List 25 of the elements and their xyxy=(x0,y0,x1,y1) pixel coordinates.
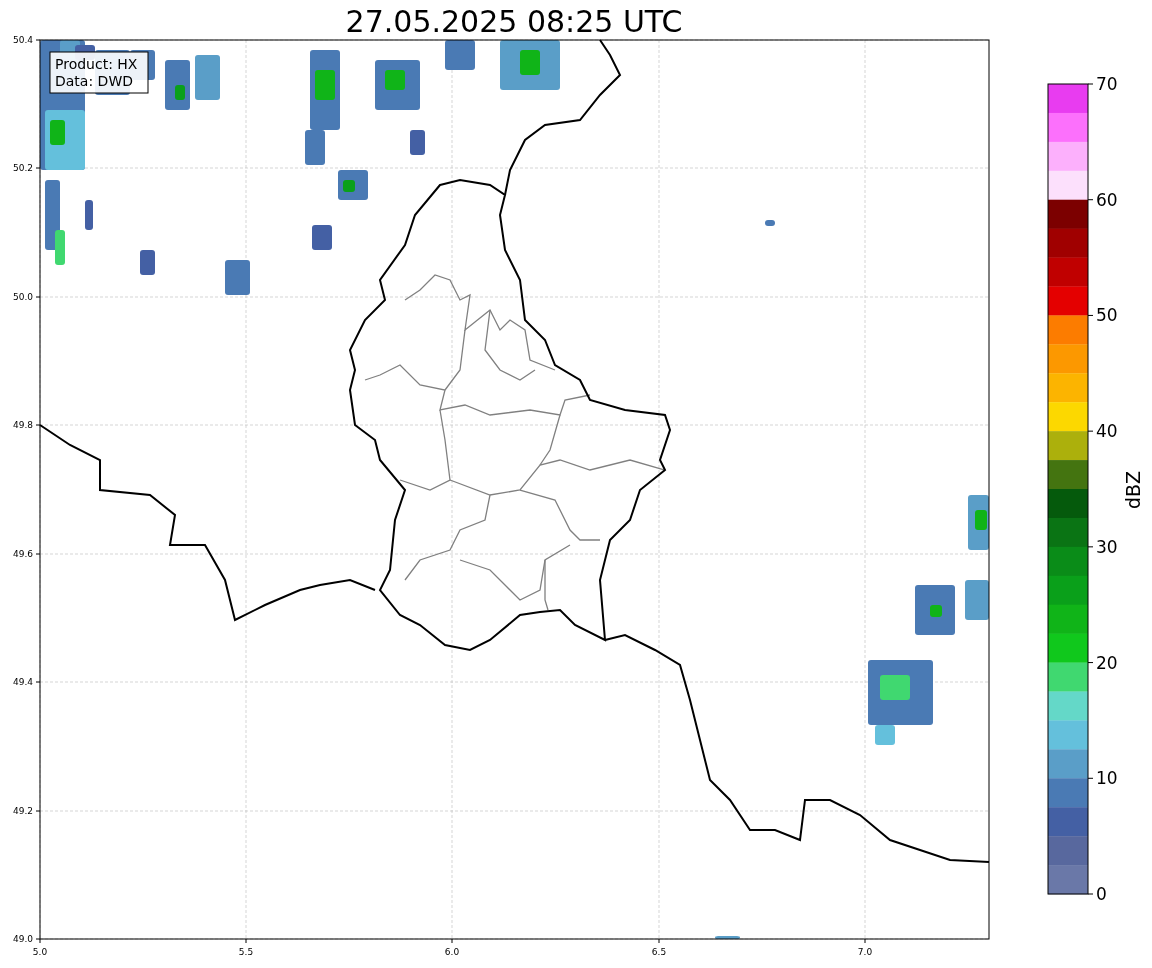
colorbar-tick-label: 40 xyxy=(1096,421,1118,442)
chart-title: 27.05.2025 08:25 UTC xyxy=(345,4,683,39)
colorbar-tick-label: 30 xyxy=(1096,536,1118,557)
colorbar-tick-label: 50 xyxy=(1096,305,1118,326)
x-tick-label: 5.5 xyxy=(238,947,254,957)
y-tick-label: 50.4 xyxy=(12,35,33,45)
x-tick-label: 5.0 xyxy=(32,947,48,957)
colorbar-tick-label: 10 xyxy=(1096,768,1118,789)
colorbar-tick-label: 20 xyxy=(1096,652,1118,673)
y-tick-label: 50.0 xyxy=(12,292,33,302)
info-text: Data: DWD xyxy=(55,73,133,89)
y-tick-label: 49.8 xyxy=(12,420,33,430)
colorbar-tick-label: 0 xyxy=(1096,884,1107,904)
y-tick-label: 49.2 xyxy=(12,806,33,816)
y-tick-label: 49.0 xyxy=(12,934,33,944)
x-tick-label: 6.0 xyxy=(444,947,460,957)
colorbar-tick-label: 70 xyxy=(1096,74,1118,94)
x-tick-label: 6.5 xyxy=(651,947,667,957)
y-tick-label: 49.6 xyxy=(12,549,33,559)
colorbar-tick-label: 60 xyxy=(1096,189,1118,210)
x-tick-label: 7.0 xyxy=(857,947,873,957)
colorbar-label: dBZ xyxy=(1122,470,1144,510)
y-tick-label: 49.4 xyxy=(12,677,33,687)
info-text: Product: HX xyxy=(55,56,138,72)
y-tick-label: 50.2 xyxy=(12,163,33,173)
